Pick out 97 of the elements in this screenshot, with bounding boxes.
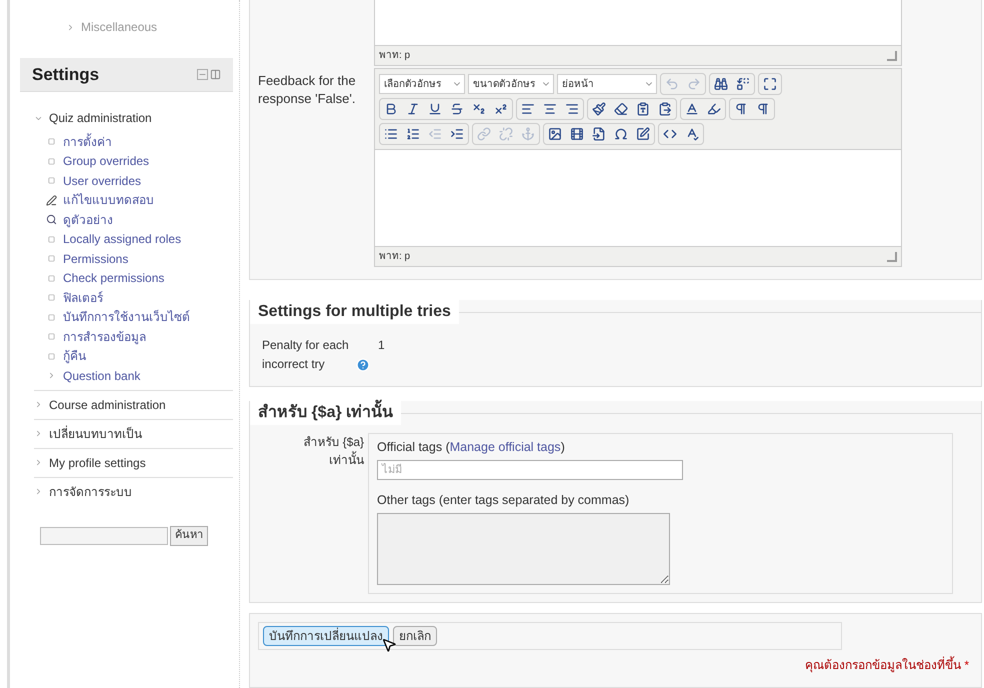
pencil-icon	[46, 194, 57, 206]
nav-link[interactable]: Group overrides	[63, 152, 150, 170]
pilcrow-icon	[756, 102, 770, 116]
paste-text-icon	[636, 102, 650, 116]
save-button[interactable]: บันทึกการเปลี่ยนแปลง	[263, 626, 389, 646]
resize-grip-icon	[887, 50, 897, 60]
nav-branch[interactable]: Course administration	[49, 396, 166, 414]
superscript-icon	[494, 102, 508, 116]
bullet-icon	[48, 333, 55, 340]
cancel-button[interactable]: ยกเลิก	[393, 626, 437, 646]
nav-link[interactable]: บันทึกการใช้งานเว็บไซต์	[63, 308, 190, 326]
undo-icon	[665, 77, 679, 91]
other-tags-field[interactable]	[377, 512, 670, 584]
bullet-list-icon	[384, 127, 398, 141]
nav-link[interactable]: User overrides	[63, 172, 142, 190]
bullet-icon	[48, 158, 55, 165]
dock-icon[interactable]	[210, 69, 221, 80]
nav-link[interactable]: แก้ไขแบบทดสอบ	[63, 191, 154, 210]
field-label: Official tags	[377, 440, 442, 454]
bold-icon	[384, 102, 398, 116]
outdent-icon	[428, 127, 442, 141]
field-value: 1	[378, 337, 385, 354]
align-center-icon	[543, 102, 557, 116]
nav-link[interactable]: การตั้งค่า	[63, 132, 112, 151]
omega-icon	[614, 127, 628, 141]
search-button[interactable]: ค้นหา	[170, 526, 208, 546]
bullet-icon	[48, 352, 55, 360]
section-legend: สำหรับ {$a} เท่านั้น	[250, 401, 402, 425]
section-legend: Settings for multiple tries	[250, 300, 459, 324]
pilcrow-icon	[734, 102, 748, 116]
bullet-icon	[48, 274, 55, 282]
bullet-icon	[48, 236, 55, 243]
indent-icon	[450, 127, 464, 141]
nav-link[interactable]: Locally assigned roles	[63, 230, 182, 248]
toolbar-dropdown[interactable]: ขนาดตัวอักษร	[468, 74, 554, 94]
manage-tags-link[interactable]: Manage official tags	[450, 440, 561, 454]
required-note: คุณต้องกรอกข้อมูลในช่องที่ขึ้น	[804, 658, 961, 672]
element-path: พาท: p	[379, 49, 410, 63]
help-icon[interactable]	[356, 358, 370, 372]
bullet-icon	[48, 255, 55, 262]
nav-link[interactable]: ฟิลเตอร์	[63, 288, 103, 307]
field-label: Feedback for the response 'False'.	[258, 72, 357, 108]
nav-link[interactable]: Question bank	[63, 366, 140, 385]
image-icon	[548, 127, 562, 141]
align-right-icon	[565, 102, 579, 116]
note-icon	[636, 127, 650, 141]
highlighter-icon	[707, 102, 721, 116]
nav-branch[interactable]: การจัดการระบบ	[49, 482, 132, 500]
numbered-list-icon	[406, 127, 420, 141]
strikethrough-icon	[450, 102, 464, 116]
element-path: พาท: p	[379, 250, 410, 264]
resize-grip-icon	[887, 252, 897, 262]
nav-link[interactable]: การสำรองข้อมูล	[63, 328, 146, 346]
align-left-icon	[521, 102, 535, 116]
search-field[interactable]	[40, 526, 168, 544]
bullet-icon	[48, 138, 55, 146]
text-color-icon	[685, 102, 699, 116]
nav-link[interactable]: กู้คืน	[63, 347, 86, 366]
nav-link[interactable]: ดูตัวอย่าง	[63, 210, 113, 229]
italic-icon	[406, 102, 420, 116]
magnifier-icon	[46, 214, 57, 226]
eraser-icon	[614, 102, 628, 116]
redo-icon	[687, 77, 701, 91]
toolbar-dropdown[interactable]: เลือกตัวอักษร	[379, 74, 465, 94]
replace-icon	[736, 77, 750, 91]
spellcheck-icon	[685, 127, 699, 141]
bullet-icon	[48, 294, 55, 302]
subscript-icon	[472, 102, 486, 116]
field-label: Other tags (enter tags separated by commas)	[377, 492, 630, 509]
chevron-icon	[47, 371, 56, 380]
nav-link[interactable]: Permissions	[63, 250, 128, 268]
nav-branch[interactable]: เปลี่ยนบทบาทเป็น	[49, 424, 142, 442]
anchor-icon	[521, 127, 535, 141]
brush-icon	[592, 102, 606, 116]
bullet-icon	[48, 314, 55, 321]
field-label: สำหรับ {$a} เท่านั้น	[302, 434, 365, 469]
underline-icon	[428, 102, 442, 116]
toolbar-dropdown[interactable]: ย่อหน้า	[557, 74, 657, 94]
fullscreen-icon	[763, 77, 777, 91]
bullet-icon	[48, 177, 55, 184]
paren-text: )	[560, 440, 565, 454]
unlink-icon	[499, 127, 513, 141]
nav-branch[interactable]: Quiz administration	[49, 109, 152, 127]
code-icon	[663, 127, 677, 141]
paren-text: (	[446, 440, 450, 454]
embed-icon	[592, 127, 606, 141]
film-icon	[570, 127, 584, 141]
link-icon	[477, 127, 491, 141]
required-mark: *	[964, 658, 969, 672]
field-label: Penalty for each incorrect try	[262, 337, 350, 373]
chevron-icon	[66, 22, 75, 32]
block-title: Settings	[32, 64, 100, 86]
cursor-icon	[381, 636, 397, 652]
binoculars-icon	[714, 77, 728, 91]
paste-icon	[658, 102, 672, 116]
nav-link[interactable]: Check permissions	[63, 269, 164, 288]
nav-branch[interactable]: My profile settings	[49, 454, 146, 472]
